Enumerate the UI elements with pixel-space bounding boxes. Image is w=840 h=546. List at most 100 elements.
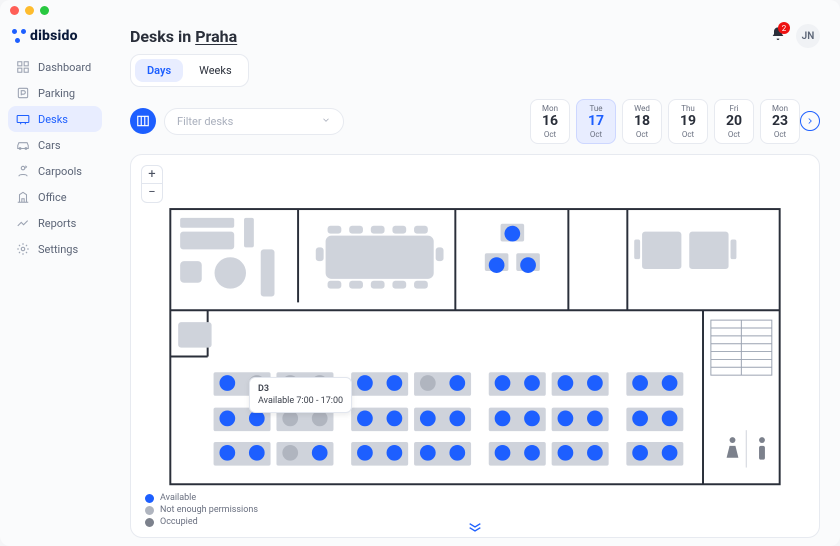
chevron-down-icon [321, 115, 331, 128]
columns-button[interactable] [130, 108, 156, 134]
sidebar-item-parking[interactable]: Parking [8, 80, 102, 106]
desk-dot[interactable] [558, 375, 574, 391]
sidebar-item-office[interactable]: Office [8, 184, 102, 210]
desk-dot[interactable] [558, 410, 574, 426]
desk-dot[interactable] [357, 410, 373, 426]
window-maximize[interactable] [40, 6, 49, 15]
desk-dot[interactable] [282, 445, 298, 461]
sidebar-item-cars[interactable]: Cars [8, 132, 102, 158]
double-chevron-down-icon [467, 522, 483, 532]
legend-label: Not enough permissions [160, 505, 258, 515]
date-picker-strip: Mon16OctTue17OctWed18OctThu19OctFri20Oct… [530, 99, 800, 144]
desk-dot[interactable] [662, 445, 678, 461]
desk-dot[interactable] [312, 445, 328, 461]
columns-icon [136, 114, 150, 128]
mode-days-button[interactable]: Days [135, 59, 183, 82]
filter-placeholder: Filter desks [177, 115, 233, 128]
desk-dot[interactable] [587, 375, 603, 391]
desk-dot[interactable] [632, 375, 648, 391]
legend-swatch-noperm [145, 506, 154, 515]
sidebar-item-carpools[interactable]: Carpools [8, 158, 102, 184]
sidebar-item-reports[interactable]: Reports [8, 210, 102, 236]
desk-dot[interactable] [219, 375, 235, 391]
legend-swatch-occupied [145, 518, 154, 527]
main-content: Desks in Praha 2 JN Days Weeks [110, 20, 840, 546]
desk-dot[interactable] [449, 445, 465, 461]
mode-weeks-button[interactable]: Weeks [187, 59, 244, 82]
desk-dot[interactable] [632, 410, 648, 426]
sidebar-item-settings[interactable]: Settings [8, 236, 102, 262]
collapse-handle[interactable] [467, 521, 483, 535]
date-card[interactable]: Mon16Oct [530, 99, 570, 144]
desk-dot[interactable] [387, 445, 403, 461]
legend-swatch-available [145, 494, 154, 503]
sidebar-item-dashboard[interactable]: Dashboard [8, 54, 102, 80]
zoom-in-button[interactable]: + [142, 166, 162, 184]
gear-icon [16, 242, 30, 256]
page-title: Desks in Praha [130, 27, 237, 46]
desk-dot[interactable] [495, 410, 511, 426]
desk-dot[interactable] [357, 445, 373, 461]
sidebar-item-desks[interactable]: Desks [8, 106, 102, 132]
notifications-button[interactable]: 2 [770, 26, 786, 46]
notification-badge: 2 [778, 22, 790, 34]
legend: Available Not enough permissions Occupie… [145, 491, 258, 529]
tooltip-desk-name: D3 [258, 384, 343, 394]
legend-label: Occupied [160, 517, 198, 527]
zoom-out-button[interactable]: − [142, 184, 162, 202]
next-dates-button[interactable] [800, 111, 820, 131]
desk-dot[interactable] [489, 257, 505, 273]
desk-dot[interactable] [449, 410, 465, 426]
filter-desks-dropdown[interactable]: Filter desks [164, 108, 344, 135]
sidebar-item-label: Office [38, 191, 67, 204]
date-card[interactable]: Wed18Oct [622, 99, 662, 144]
brand-logo[interactable]: dibsido [8, 26, 102, 54]
car-icon [16, 138, 30, 152]
desk-dot[interactable] [357, 375, 373, 391]
desk-dot[interactable] [420, 410, 436, 426]
desk-dot[interactable] [662, 375, 678, 391]
desk-dot[interactable] [449, 375, 465, 391]
desk-dot[interactable] [587, 445, 603, 461]
window-close[interactable] [10, 6, 19, 15]
sidebar-item-label: Parking [38, 87, 75, 100]
desk-dot[interactable] [219, 410, 235, 426]
desk-dot[interactable] [632, 445, 648, 461]
window-minimize[interactable] [25, 6, 34, 15]
floorplan[interactable]: + − [130, 154, 820, 538]
desk-dot[interactable] [387, 375, 403, 391]
dashboard-icon [16, 60, 30, 74]
date-card[interactable]: Mon23Oct [760, 99, 800, 144]
carpool-icon [16, 164, 30, 178]
sidebar-item-label: Settings [38, 243, 78, 256]
user-avatar[interactable]: JN [796, 24, 820, 48]
parking-icon [16, 86, 30, 100]
date-card[interactable]: Thu19Oct [668, 99, 708, 144]
desk-dot[interactable] [420, 445, 436, 461]
desk-dot[interactable] [219, 445, 235, 461]
desk-dot[interactable] [495, 445, 511, 461]
desk-dot[interactable] [420, 375, 436, 391]
desk-dot[interactable] [520, 257, 536, 273]
brand-icon [12, 29, 26, 43]
desk-dot[interactable] [558, 445, 574, 461]
tooltip-availability: Available 7:00 - 17:00 [258, 396, 343, 406]
desk-dot[interactable] [587, 410, 603, 426]
brand-name: dibsido [30, 28, 78, 44]
date-card[interactable]: Tue17Oct [576, 99, 616, 144]
desk-dot[interactable] [504, 226, 520, 242]
sidebar-item-label: Dashboard [38, 61, 91, 74]
desk-dot[interactable] [524, 445, 540, 461]
sidebar: dibsido Dashboard Parking Desks [0, 20, 110, 546]
desk-dot[interactable] [524, 410, 540, 426]
desk-dot[interactable] [249, 445, 265, 461]
view-mode-toggle: Days Weeks [130, 54, 249, 87]
desk-dot[interactable] [662, 410, 678, 426]
zoom-controls: + − [141, 165, 163, 203]
location-link[interactable]: Praha [195, 27, 237, 46]
desk-dot[interactable] [524, 375, 540, 391]
desk-dot[interactable] [387, 410, 403, 426]
date-card[interactable]: Fri20Oct [714, 99, 754, 144]
desk-dot[interactable] [495, 375, 511, 391]
desk-icon [16, 112, 30, 126]
